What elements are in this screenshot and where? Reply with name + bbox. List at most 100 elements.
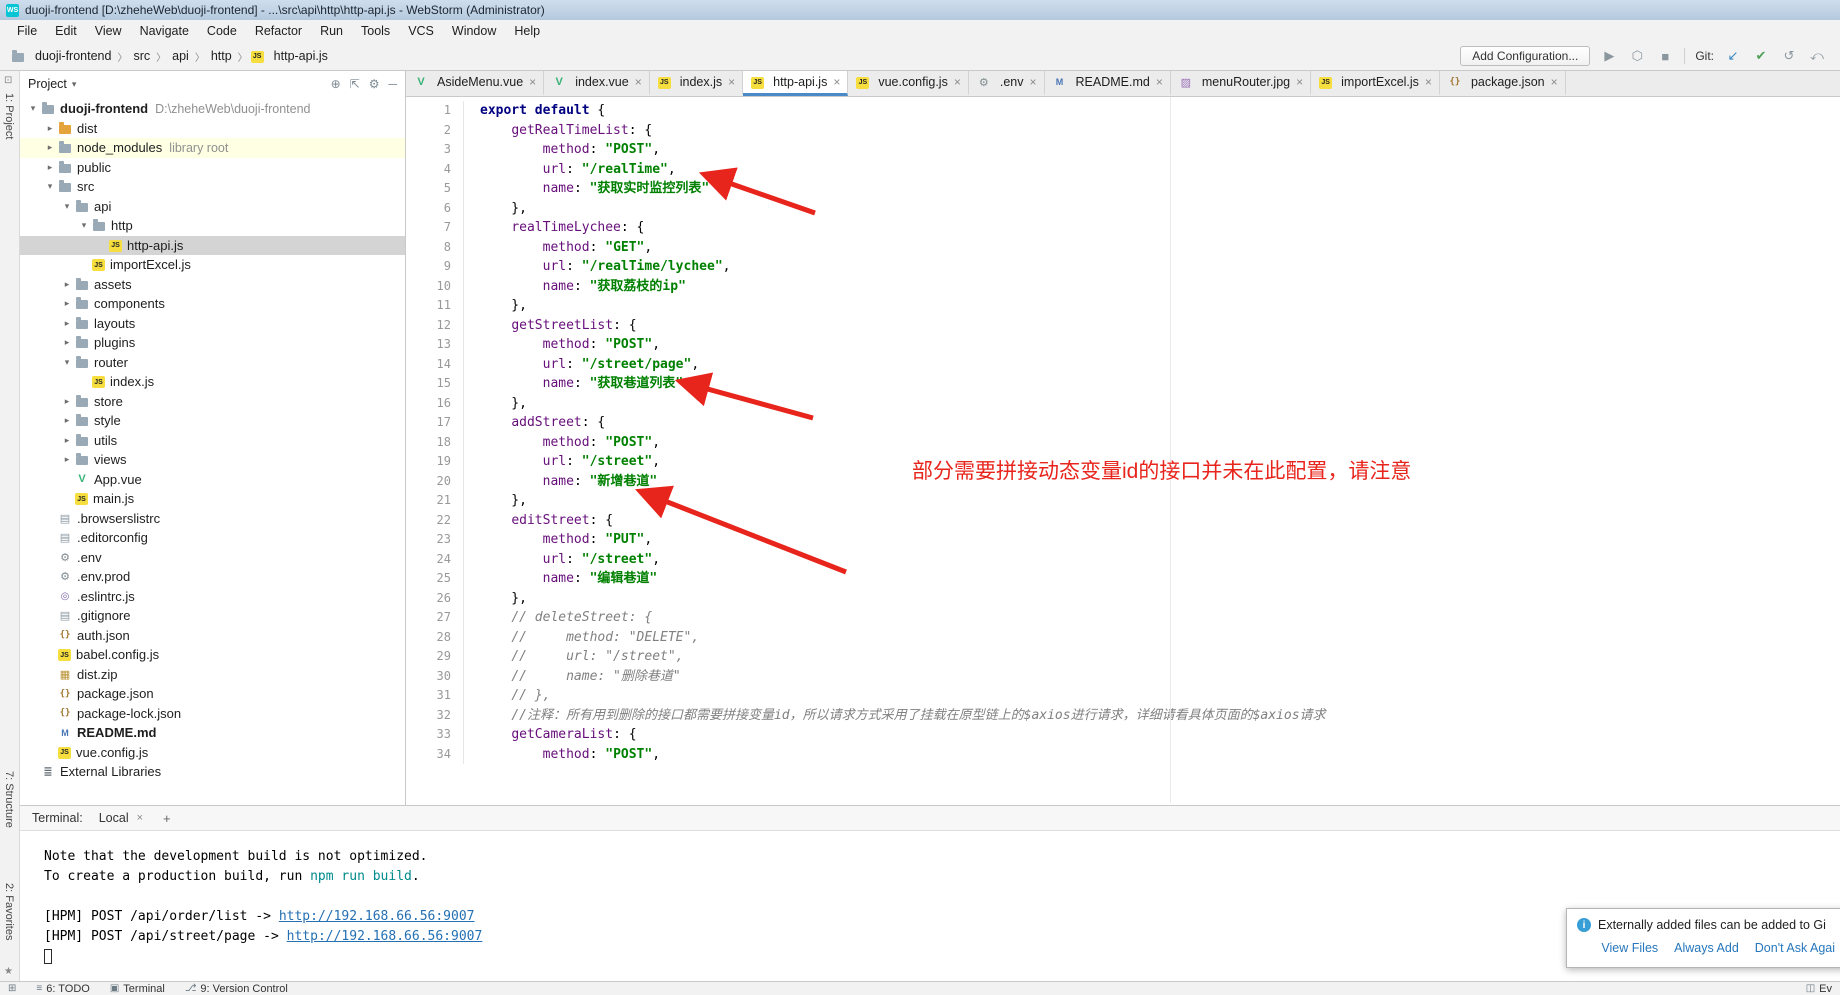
tree-item-package.json[interactable]: {}package.json bbox=[20, 684, 405, 704]
tree-item-.editorconfig[interactable]: ▤.editorconfig bbox=[20, 528, 405, 548]
code-line[interactable]: // deleteStreet: { bbox=[480, 608, 1840, 628]
code-line[interactable]: getCameraList: { bbox=[480, 725, 1840, 745]
close-icon[interactable]: × bbox=[529, 75, 536, 89]
stop-icon[interactable]: ■ bbox=[1656, 49, 1674, 64]
tree-item-index.js[interactable]: JSindex.js bbox=[20, 372, 405, 392]
tree-item-.env.prod[interactable]: ⚙.env.prod bbox=[20, 567, 405, 587]
code-line[interactable]: name: "获取巷道列表" bbox=[480, 374, 1840, 394]
close-icon[interactable]: × bbox=[1551, 75, 1558, 89]
chevron-right-icon[interactable]: ▸ bbox=[60, 454, 74, 465]
collapse-all-icon[interactable]: ⇱ bbox=[350, 77, 360, 91]
code-line[interactable]: // }, bbox=[480, 686, 1840, 706]
chevron-down-icon[interactable]: ▾ bbox=[60, 201, 74, 212]
code-line[interactable]: name: "获取实时监控列表" bbox=[480, 179, 1840, 199]
terminal-tab-local[interactable]: Local × bbox=[95, 811, 147, 825]
tree-item-package-lock.json[interactable]: {}package-lock.json bbox=[20, 704, 405, 724]
close-icon[interactable]: × bbox=[137, 812, 143, 824]
code-line[interactable]: url: "/realTime", bbox=[480, 160, 1840, 180]
code-line[interactable]: }, bbox=[480, 296, 1840, 316]
close-icon[interactable]: × bbox=[833, 75, 840, 89]
code-line[interactable]: url: "/realTime/lychee", bbox=[480, 257, 1840, 277]
stripe-favorites-button[interactable]: 2: Favorites bbox=[3, 883, 15, 940]
status-item-6-todo[interactable]: ≡6: TODO bbox=[36, 983, 89, 995]
tree-item-.eslintrc.js[interactable]: ◎.eslintrc.js bbox=[20, 587, 405, 607]
code-line[interactable]: method: "POST", bbox=[480, 745, 1840, 765]
code-line[interactable]: method: "POST", bbox=[480, 335, 1840, 355]
chevron-right-icon[interactable]: ▸ bbox=[43, 162, 57, 173]
chevron-right-icon[interactable]: ▸ bbox=[60, 318, 74, 329]
code-line[interactable]: // url: "/street", bbox=[480, 647, 1840, 667]
notification-action-view-files[interactable]: View Files bbox=[1601, 941, 1658, 955]
code-line[interactable]: }, bbox=[480, 199, 1840, 219]
tab-README.md[interactable]: MREADME.md× bbox=[1045, 71, 1171, 96]
code-line[interactable]: url: "/street/page", bbox=[480, 355, 1840, 375]
close-icon[interactable]: × bbox=[728, 75, 735, 89]
tab-vue.config.js[interactable]: JSvue.config.js× bbox=[848, 71, 969, 96]
tab-importExcel.js[interactable]: JSimportExcel.js× bbox=[1311, 71, 1440, 96]
tool-window-icon[interactable]: ⊡ bbox=[4, 75, 12, 86]
editor-body[interactable]: 1234567891011121314151617181920212223242… bbox=[406, 97, 1840, 764]
tree-item-store[interactable]: ▸store bbox=[20, 392, 405, 412]
menu-view[interactable]: View bbox=[86, 20, 131, 42]
chevron-down-icon[interactable]: ▾ bbox=[77, 220, 91, 231]
tree-item-src[interactable]: ▾src bbox=[20, 177, 405, 197]
menu-tools[interactable]: Tools bbox=[352, 20, 399, 42]
chevron-down-icon[interactable]: ▾ bbox=[72, 79, 77, 90]
close-icon[interactable]: × bbox=[1156, 75, 1163, 89]
tab-AsideMenu.vue[interactable]: VAsideMenu.vue× bbox=[406, 71, 544, 96]
hide-panel-icon[interactable]: ─ bbox=[388, 77, 397, 91]
notification-action-don-t-ask-agai[interactable]: Don't Ask Agai bbox=[1755, 941, 1835, 955]
new-terminal-button[interactable]: + bbox=[159, 811, 175, 826]
tree-item-.gitignore[interactable]: ▤.gitignore bbox=[20, 606, 405, 626]
code-line[interactable]: // name: "删除巷道" bbox=[480, 667, 1840, 687]
code-line[interactable]: //注释：所有用到删除的接口都需要拼接变量id，所以请求方式采用了挂载在原型链上… bbox=[480, 706, 1840, 726]
code-line[interactable]: }, bbox=[480, 491, 1840, 511]
gear-icon[interactable]: ⚙ bbox=[369, 77, 380, 91]
chevron-right-icon[interactable]: ▸ bbox=[60, 337, 74, 348]
chevron-right-icon[interactable]: ▸ bbox=[60, 396, 74, 407]
code-line[interactable]: name: "获取荔枝的ip" bbox=[480, 277, 1840, 297]
tree-item-views[interactable]: ▸views bbox=[20, 450, 405, 470]
menu-code[interactable]: Code bbox=[198, 20, 246, 42]
code-line[interactable]: realTimeLychee: { bbox=[480, 218, 1840, 238]
tree-item-style[interactable]: ▸style bbox=[20, 411, 405, 431]
tab-http-api.js[interactable]: JShttp-api.js× bbox=[743, 71, 848, 96]
tree-item-api[interactable]: ▾api bbox=[20, 197, 405, 217]
tree-item-dist[interactable]: ▸dist bbox=[20, 119, 405, 139]
tree-item-dist.zip[interactable]: ▦dist.zip bbox=[20, 665, 405, 685]
close-icon[interactable]: × bbox=[1029, 75, 1036, 89]
menu-file[interactable]: File bbox=[8, 20, 46, 42]
tree-item-README.md[interactable]: MREADME.md bbox=[20, 723, 405, 743]
menu-refactor[interactable]: Refactor bbox=[246, 20, 311, 42]
code-line[interactable]: method: "POST", bbox=[480, 433, 1840, 453]
tree-item-plugins[interactable]: ▸plugins bbox=[20, 333, 405, 353]
tree-item-External Libraries[interactable]: ≣External Libraries bbox=[20, 762, 405, 782]
tree-item-importExcel.js[interactable]: JSimportExcel.js bbox=[20, 255, 405, 275]
git-commit-icon[interactable]: ✔ bbox=[1752, 48, 1770, 64]
git-update-icon[interactable]: ↙ bbox=[1724, 48, 1742, 64]
close-icon[interactable]: × bbox=[635, 75, 642, 89]
breadcrumb-item[interactable]: duoji-frontend bbox=[31, 47, 115, 65]
status-item-terminal[interactable]: ▣Terminal bbox=[110, 983, 165, 995]
code-line[interactable]: url: "/street", bbox=[480, 550, 1840, 570]
debug-icon[interactable]: ⬡ bbox=[1628, 48, 1646, 64]
run-icon[interactable]: ▶ bbox=[1600, 48, 1618, 64]
chevron-right-icon[interactable]: ▸ bbox=[60, 279, 74, 290]
tab-.env[interactable]: ⚙.env× bbox=[969, 71, 1045, 96]
code-line[interactable]: getStreetList: { bbox=[480, 316, 1840, 336]
tree-item-.browserslistrc[interactable]: ▤.browserslistrc bbox=[20, 509, 405, 529]
terminal-link[interactable]: http://192.168.66.56:9007 bbox=[287, 929, 483, 944]
tree-item-main.js[interactable]: JSmain.js bbox=[20, 489, 405, 509]
close-icon[interactable]: × bbox=[954, 75, 961, 89]
breadcrumb-item[interactable]: http-api.js bbox=[270, 47, 332, 65]
breadcrumb-item[interactable]: api bbox=[168, 47, 193, 65]
menu-run[interactable]: Run bbox=[311, 20, 352, 42]
tree-item-App.vue[interactable]: VApp.vue bbox=[20, 470, 405, 490]
code-area[interactable]: export default { getRealTimeList: { meth… bbox=[464, 101, 1840, 764]
project-panel-title[interactable]: Project bbox=[28, 77, 67, 91]
close-icon[interactable]: × bbox=[1425, 75, 1432, 89]
menu-vcs[interactable]: VCS bbox=[399, 20, 443, 42]
code-line[interactable]: method: "PUT", bbox=[480, 530, 1840, 550]
code-line[interactable]: getRealTimeList: { bbox=[480, 121, 1840, 141]
tree-item-duoji-frontend[interactable]: ▾duoji-frontendD:\zheheWeb\duoji-fronten… bbox=[20, 99, 405, 119]
